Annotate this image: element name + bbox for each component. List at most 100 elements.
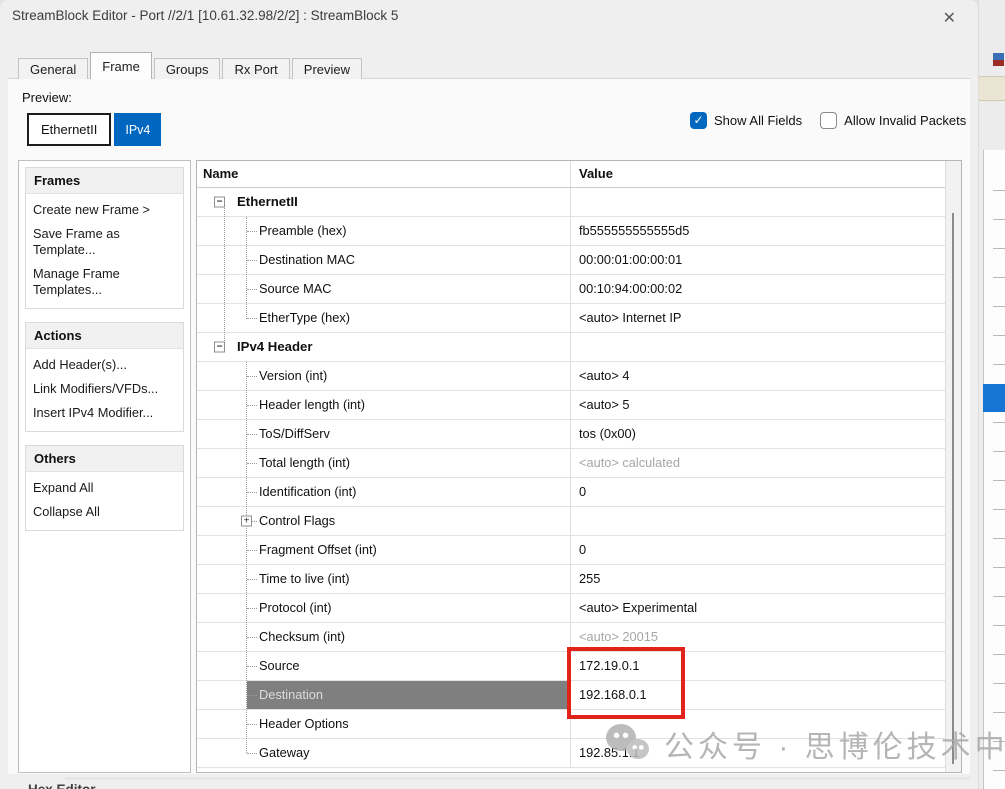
field-name: Destination (197, 681, 570, 709)
watermark-text: 公众号 · 思博伦技术中心 (664, 722, 1005, 766)
table-row-source[interactable]: Source172.19.0.1 (197, 652, 946, 681)
wechat-logo-icon (606, 722, 656, 766)
field-name: Version (int) (197, 362, 570, 390)
field-value[interactable]: 00:00:01:00:00:01 (570, 246, 946, 274)
field-value[interactable]: 192.168.0.1 (570, 681, 946, 709)
field-value[interactable]: 172.19.0.1 (570, 652, 946, 680)
sidebar-item-insert-ipv4-modifier[interactable]: Insert IPv4 Modifier... (26, 401, 183, 425)
window-title: StreamBlock Editor - Port //2/1 [10.61.3… (12, 8, 398, 23)
field-value[interactable]: <auto> 4 (570, 362, 946, 390)
field-value[interactable] (570, 188, 946, 216)
screen: StreamBlock Editor - Port //2/1 [10.61.3… (0, 0, 1005, 789)
background-grid-line (993, 422, 1005, 423)
field-value[interactable]: tos (0x00) (570, 420, 946, 448)
table-scrollbar[interactable] (945, 161, 961, 772)
column-header-name[interactable]: Name (197, 161, 570, 187)
background-grid-line (993, 538, 1005, 539)
fields-table: Name Value EthernetII−Preamble (hex)fb55… (196, 160, 962, 773)
table-row-ethernetii[interactable]: EthernetII− (197, 188, 946, 217)
table-row-tos-diffserv[interactable]: ToS/DiffServtos (0x00) (197, 420, 946, 449)
field-name: Fragment Offset (int) (197, 536, 570, 564)
field-value[interactable]: 00:10:94:00:00:02 (570, 275, 946, 303)
collapse-icon[interactable]: − (214, 342, 225, 353)
field-name: Gateway (197, 739, 570, 767)
field-name: Preamble (hex) (197, 217, 570, 245)
field-name: Header Options (197, 710, 570, 738)
preview-header-chips: EthernetIIIPv4 (27, 113, 161, 146)
field-name: Identification (int) (197, 478, 570, 506)
background-grid-line (993, 596, 1005, 597)
table-row-destination-mac[interactable]: Destination MAC00:00:01:00:00:01 (197, 246, 946, 275)
tab-general[interactable]: General (18, 58, 88, 79)
sidebar-item-save-frame-as-template[interactable]: Save Frame as Template... (26, 222, 183, 262)
table-row-version-int[interactable]: Version (int)<auto> 4 (197, 362, 946, 391)
field-value[interactable]: 255 (570, 565, 946, 593)
tree-guide-line (224, 202, 225, 347)
table-row-time-to-live-int[interactable]: Time to live (int)255 (197, 565, 946, 594)
sidebar-item-add-header-s[interactable]: Add Header(s)... (26, 353, 183, 377)
field-value[interactable]: 0 (570, 536, 946, 564)
tab-groups[interactable]: Groups (154, 58, 221, 79)
background-toolbar-strip (979, 76, 1005, 101)
table-row-destination[interactable]: Destination192.168.0.1 (197, 681, 946, 710)
field-value[interactable]: <auto> Experimental (570, 594, 946, 622)
field-name: Total length (int) (197, 449, 570, 477)
allow-invalid-packets-option[interactable]: Allow Invalid Packets (820, 112, 966, 129)
sidebar-item-manage-frame-templates[interactable]: Manage Frame Templates... (26, 262, 183, 302)
show-all-fields-checkbox[interactable]: ✓ (690, 112, 707, 129)
field-value[interactable]: <auto> 20015 (570, 623, 946, 651)
field-value[interactable]: <auto> Internet IP (570, 304, 946, 332)
background-app-icon (993, 53, 1004, 66)
sidebar-item-expand-all[interactable]: Expand All (26, 476, 183, 500)
table-row-checksum-int[interactable]: Checksum (int)<auto> 20015 (197, 623, 946, 652)
allow-invalid-packets-checkbox[interactable] (820, 112, 837, 129)
table-row-total-length-int[interactable]: Total length (int)<auto> calculated (197, 449, 946, 478)
sidebar-group-frames: FramesCreate new Frame >Save Frame as Te… (25, 167, 184, 309)
field-name: Control Flags+ (197, 507, 570, 535)
table-body: EthernetII−Preamble (hex)fb555555555555d… (197, 188, 946, 768)
close-icon[interactable]: ✕ (937, 6, 962, 30)
preview-chip-ipv4[interactable]: IPv4 (114, 113, 161, 146)
field-name: Destination MAC (197, 246, 570, 274)
background-grid-line (993, 509, 1005, 510)
tab-rx-port[interactable]: Rx Port (222, 58, 289, 79)
tab-preview[interactable]: Preview (292, 58, 362, 79)
field-value[interactable]: <auto> 5 (570, 391, 946, 419)
table-header: Name Value (197, 161, 946, 188)
table-row-protocol-int[interactable]: Protocol (int)<auto> Experimental (197, 594, 946, 623)
background-grid-line (993, 654, 1005, 655)
title-bar[interactable]: StreamBlock Editor - Port //2/1 [10.61.3… (0, 0, 978, 33)
preview-label: Preview: (22, 90, 72, 105)
field-value[interactable]: fb555555555555d5 (570, 217, 946, 245)
field-name: IPv4 Header− (197, 333, 570, 361)
field-value[interactable] (570, 333, 946, 361)
watermark: 公众号 · 思博伦技术中心 (606, 722, 1005, 766)
collapse-icon[interactable]: − (214, 197, 225, 208)
background-grid-line (993, 248, 1005, 249)
field-value[interactable] (570, 507, 946, 535)
preview-chip-ethernetii[interactable]: EthernetII (27, 113, 111, 146)
table-row-identification-int[interactable]: Identification (int)0 (197, 478, 946, 507)
table-row-ethertype-hex[interactable]: EtherType (hex)<auto> Internet IP (197, 304, 946, 333)
scrollbar-thumb[interactable] (952, 213, 954, 764)
table-row-preamble-hex[interactable]: Preamble (hex)fb555555555555d5 (197, 217, 946, 246)
table-row-header-length-int[interactable]: Header length (int)<auto> 5 (197, 391, 946, 420)
background-table-edge (983, 150, 1005, 789)
sidebar-item-link-modifiers-vfds[interactable]: Link Modifiers/VFDs... (26, 377, 183, 401)
tab-frame[interactable]: Frame (90, 52, 152, 79)
background-grid-line (993, 625, 1005, 626)
display-options: ✓Show All Fields Allow Invalid Packets (690, 112, 966, 129)
expand-icon[interactable]: + (241, 516, 252, 527)
field-name: Header length (int) (197, 391, 570, 419)
tree-guide-line (246, 362, 247, 753)
field-value[interactable]: <auto> calculated (570, 449, 946, 477)
table-row-source-mac[interactable]: Source MAC00:10:94:00:00:02 (197, 275, 946, 304)
table-row-fragment-offset-int[interactable]: Fragment Offset (int)0 (197, 536, 946, 565)
column-header-value[interactable]: Value (570, 161, 946, 187)
sidebar-item-collapse-all[interactable]: Collapse All (26, 500, 183, 524)
table-row-control-flags[interactable]: Control Flags+ (197, 507, 946, 536)
sidebar-item-create-new-frame[interactable]: Create new Frame > (26, 198, 183, 222)
table-row-ipv4-header[interactable]: IPv4 Header− (197, 333, 946, 362)
field-value[interactable]: 0 (570, 478, 946, 506)
show-all-fields-option[interactable]: ✓Show All Fields (690, 112, 802, 129)
